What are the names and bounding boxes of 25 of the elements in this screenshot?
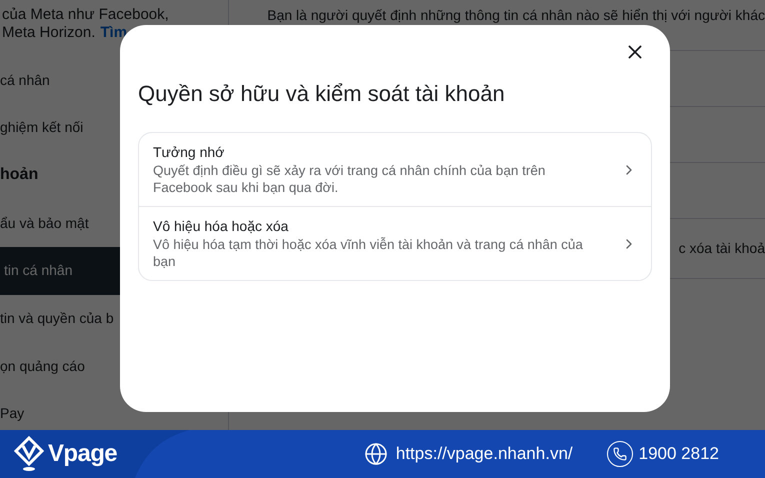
option-row[interactable]: Tưởng nhớ Quyết định điều gì sẽ xảy ra với trang cá nhân chính của bạn trên Facebook sau khi bạn qua đời.	[139, 133, 651, 206]
intro-text: của Meta như Facebook,	[2, 6, 170, 24]
intro-text: Meta Horizon.	[2, 24, 96, 42]
sidebar-item[interactable]: ghiệm kết nối	[0, 112, 120, 144]
globe-icon	[364, 442, 388, 466]
option-description: Vô hiệu hóa tạm thời hoặc xóa vĩnh viễn tài khoản và trang cá nhân của bạn	[153, 236, 584, 270]
option-title: Vô hiệu hóa hoặc xóa	[153, 217, 290, 235]
sidebar-item[interactable]: ẩu và bảo mật	[0, 207, 120, 240]
phone-number: 1900 2812	[638, 443, 719, 466]
option-row[interactable]: Vô hiệu hóa hoặc xóa Vô hiệu hóa tạm thời hoặc xóa vĩnh viễn tài khoản và trang cá nhân của bạn	[139, 206, 651, 280]
sidebar-item[interactable]: tin cá nhân	[0, 246, 120, 295]
dialog-title: Quyền sở hữu và kiểm soát tài khoản	[138, 80, 506, 108]
description-text: Bạn là người quyết định những thông tin cá nhân nào sẽ hiển thị với người khác	[267, 6, 765, 24]
sidebar-item[interactable]: ọn quảng cáo	[0, 350, 120, 382]
phone-icon	[606, 441, 633, 467]
sidebar-item[interactable]: tin và quyền của b	[0, 302, 120, 334]
logo-icon	[14, 436, 44, 472]
option-title: Tưởng nhớ	[153, 143, 226, 161]
option-description: Quyết định điều gì sẽ xảy ra với trang cá nhân chính của bạn trên Facebook sau khi bạn qua đời.	[153, 162, 546, 196]
section-header: hoản	[0, 165, 40, 186]
row-label[interactable]: c xóa tài khoả	[678, 238, 765, 259]
sidebar-item[interactable]: cá nhân	[0, 64, 120, 96]
website-url[interactable]: https://vpage.nhanh.vn/	[396, 441, 573, 467]
brand-name: Vpage	[48, 439, 118, 469]
sidebar-item[interactable]: Pay	[0, 398, 120, 430]
